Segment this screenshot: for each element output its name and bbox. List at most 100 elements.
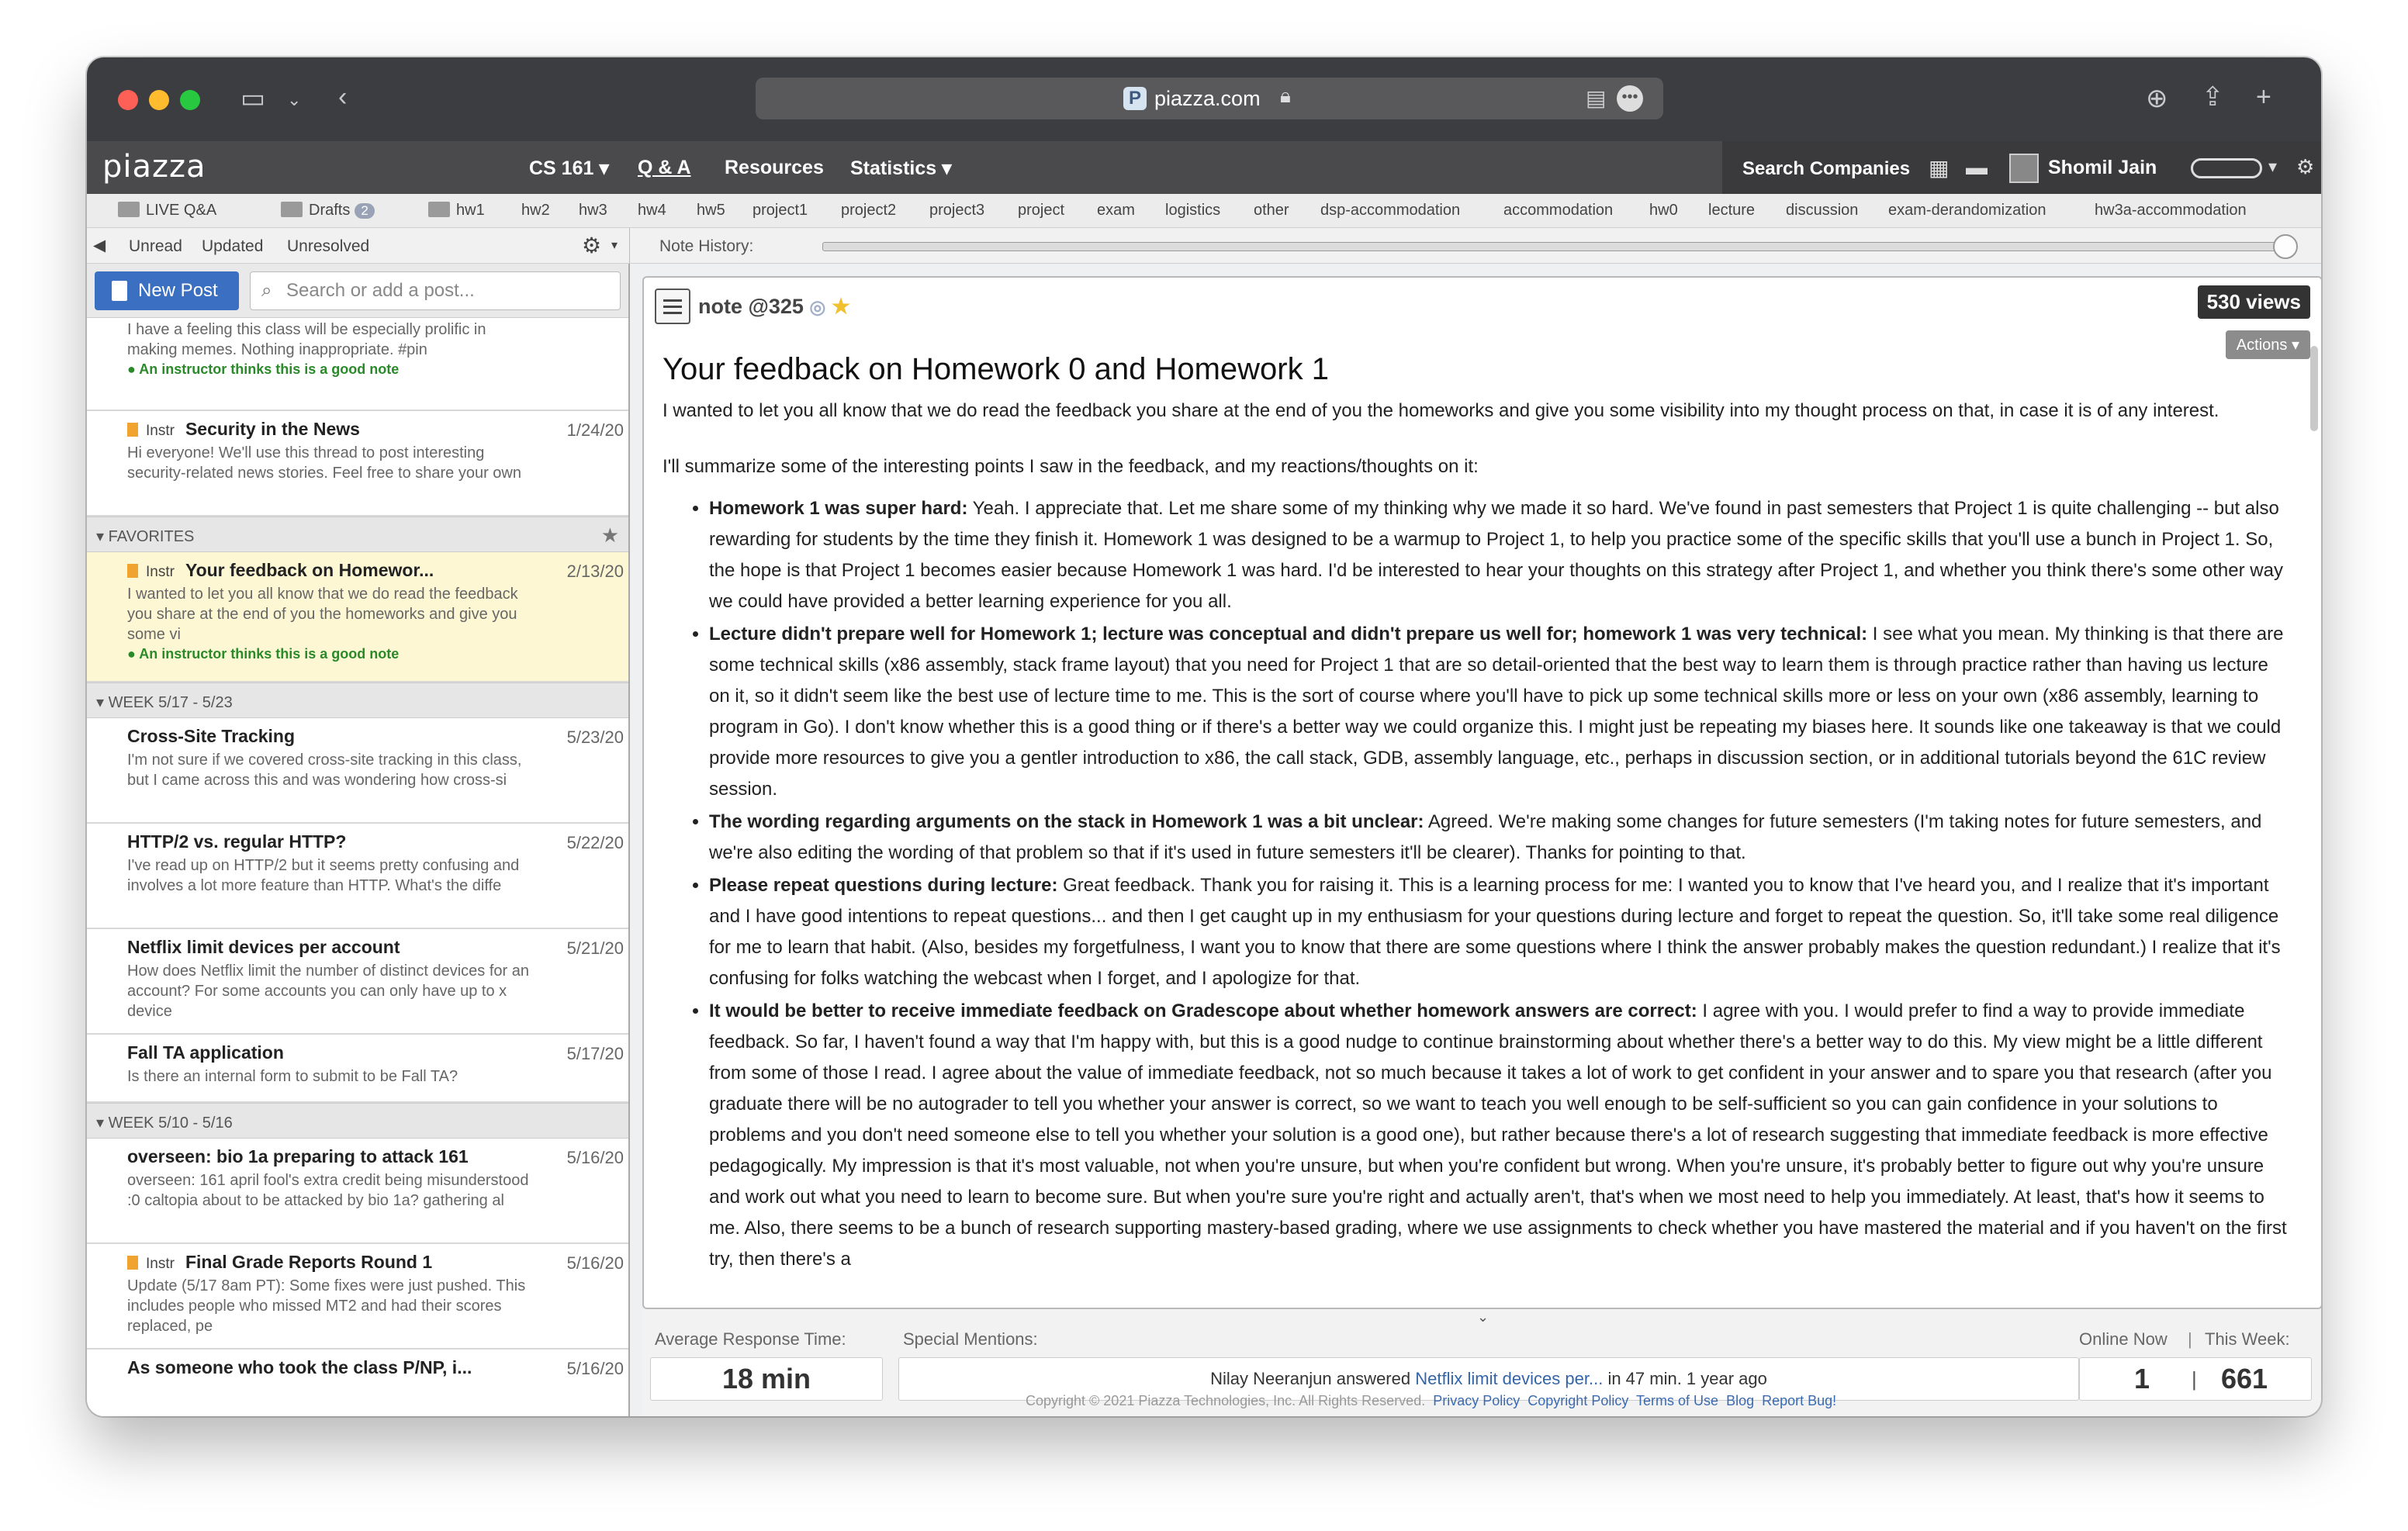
note-menu-icon[interactable] xyxy=(655,289,690,324)
note-history-label: Note History: xyxy=(659,237,754,255)
close-window-button[interactable] xyxy=(118,90,138,110)
post-date: 5/17/20 xyxy=(566,1044,624,1063)
filter-unresolved[interactable]: Unresolved xyxy=(287,237,369,256)
folder-live-qa[interactable]: LIVE Q&A xyxy=(118,202,216,219)
folder-drafts[interactable]: Drafts 2 xyxy=(281,202,375,219)
terms-link[interactable]: Terms of Use xyxy=(1636,1393,1718,1408)
new-tab-icon[interactable]: + xyxy=(2256,84,2271,110)
scrollbar[interactable] xyxy=(2310,346,2318,431)
filter-unread[interactable]: Unread xyxy=(129,237,182,256)
favorites-header[interactable]: ▾ FAVORITES ★ xyxy=(87,517,628,552)
privacy-policy-link[interactable]: Privacy Policy xyxy=(1433,1393,1520,1408)
folder-logistics[interactable]: logistics xyxy=(1165,202,1220,219)
folder-hw3a-accommodation[interactable]: hw3a-accommodation xyxy=(2095,202,2247,219)
mention-link[interactable]: Netflix limit devices per... xyxy=(1415,1369,1603,1388)
watch-icon[interactable]: ◎ xyxy=(809,297,825,318)
point-heading: Homework 1 was super hard: xyxy=(709,498,968,519)
gear-icon[interactable]: ⚙ xyxy=(2296,155,2314,179)
folder-dsp-accommodation[interactable]: dsp-accommodation xyxy=(1320,202,1460,219)
history-slider-thumb[interactable] xyxy=(2273,234,2298,259)
folder-discussion[interactable]: discussion xyxy=(1786,202,1858,219)
folder-hw2[interactable]: hw2 xyxy=(521,202,550,219)
collapse-sidebar-icon[interactable]: ◀ xyxy=(93,236,106,255)
list-item[interactable]: overseen: bio 1a preparing to attack 161… xyxy=(87,1139,628,1244)
tab-resources[interactable]: Resources xyxy=(725,157,824,179)
week-header[interactable]: ▾ WEEK 5/10 - 5/16 xyxy=(87,1103,628,1139)
blog-link[interactable]: Blog xyxy=(1726,1393,1754,1408)
drafts-count-badge: 2 xyxy=(355,203,375,219)
folder-label: LIVE Q&A xyxy=(146,202,217,219)
sidebar-toggle-icon[interactable]: ▭ xyxy=(240,85,265,112)
chevron-down-icon[interactable]: ▾ xyxy=(611,237,618,253)
this-week-label: This Week: xyxy=(2205,1329,2290,1349)
address-bar[interactable]: P piazza.com 🔒︎ ▤ ••• xyxy=(756,78,1663,119)
list-item[interactable]: Instr Security in the News 1/24/20 Hi eve… xyxy=(87,411,628,517)
avatar[interactable] xyxy=(2009,154,2039,183)
folder-other[interactable]: other xyxy=(1254,202,1289,219)
zoom-window-button[interactable] xyxy=(180,90,200,110)
section-label: FAVORITES xyxy=(108,528,195,545)
folder-lecture[interactable]: lecture xyxy=(1708,202,1755,219)
actions-dropdown[interactable]: Actions ▾ xyxy=(2225,330,2310,359)
new-post-button[interactable]: New Post xyxy=(95,271,239,310)
search-input[interactable]: ⌕ Search or add a post... xyxy=(250,271,621,310)
list-item[interactable]: Cross-Site Tracking 5/23/20 I'm not sure… xyxy=(87,718,628,824)
folder-hw0[interactable]: hw0 xyxy=(1649,202,1678,219)
gear-icon[interactable]: ⚙ xyxy=(582,233,601,258)
chevron-down-icon[interactable]: ⌄ xyxy=(1477,1309,1489,1325)
folder-hw3[interactable]: hw3 xyxy=(579,202,607,219)
folder-hw1[interactable]: hw1 xyxy=(428,202,485,219)
post-snippet: I wanted to let you all know that we do … xyxy=(127,586,518,643)
chevron-down-icon[interactable]: ▾ xyxy=(2268,157,2277,177)
history-slider-track[interactable] xyxy=(822,242,2293,251)
filter-updated[interactable]: Updated xyxy=(202,237,263,256)
tab-qa[interactable]: Q & A xyxy=(638,157,691,179)
search-companies-link[interactable]: Search Companies xyxy=(1742,158,1910,180)
folder-icon xyxy=(118,202,140,217)
list-item[interactable]: Instr Final Grade Reports Round 1 5/16/20… xyxy=(87,1244,628,1350)
list-item[interactable]: I have a feeling this class will be espe… xyxy=(87,318,628,411)
course-dropdown[interactable]: CS 161 ▾ xyxy=(529,157,609,180)
avg-response-label: Average Response Time: xyxy=(655,1329,846,1349)
minimize-window-button[interactable] xyxy=(149,90,169,110)
list-item[interactable]: HTTP/2 vs. regular HTTP? 5/22/20 I've re… xyxy=(87,824,628,929)
divider: | xyxy=(2188,1329,2192,1349)
folder-project2[interactable]: project2 xyxy=(841,202,896,219)
list-item[interactable]: Netflix limit devices per account 5/21/2… xyxy=(87,929,628,1035)
report-bug-link[interactable]: Report Bug! xyxy=(1762,1393,1836,1408)
folder-exam-derandomization[interactable]: exam-derandomization xyxy=(1888,202,2046,219)
back-icon[interactable]: ‹ xyxy=(338,84,347,110)
share-icon[interactable]: ⇪ xyxy=(2202,84,2224,110)
user-name[interactable]: Shomil Jain xyxy=(2048,157,2157,179)
folder-project3[interactable]: project3 xyxy=(929,202,984,219)
note-history-bar: Note History: xyxy=(630,228,2321,264)
list-item[interactable]: Fall TA application 5/17/20 Is there an … xyxy=(87,1035,628,1103)
section-label: WEEK 5/17 - 5/23 xyxy=(108,694,233,711)
copyright-policy-link[interactable]: Copyright Policy xyxy=(1527,1393,1628,1408)
piazza-navbar: piazza CS 161 ▾ Q & A Resources Statisti… xyxy=(87,141,2321,194)
list-item[interactable]: Instr Your feedback on Homewor... 2/13/20… xyxy=(87,552,628,683)
tab-statistics[interactable]: Statistics ▾ xyxy=(850,157,952,180)
folder-project1[interactable]: project1 xyxy=(752,202,808,219)
piazza-logo[interactable]: piazza xyxy=(102,149,206,185)
folder-accommodation[interactable]: accommodation xyxy=(1503,202,1613,219)
download-icon[interactable]: ⊕ xyxy=(2146,85,2168,112)
lock-icon: 🔒︎ xyxy=(1280,84,1291,107)
address-host: piazza.com xyxy=(1154,87,1261,110)
list-item[interactable]: As someone who took the class P/NP, i...… xyxy=(87,1350,628,1416)
calendar-icon[interactable]: ▦ xyxy=(1929,155,1949,181)
folder-hw5[interactable]: hw5 xyxy=(697,202,725,219)
nav-right-panel: Search Companies ▦ ▬ Shomil Jain ▾ ⚙ xyxy=(1722,141,2321,194)
post-title: Fall TA application xyxy=(127,1042,284,1063)
chat-icon[interactable]: ▬ xyxy=(1966,155,1988,180)
star-icon[interactable]: ★ xyxy=(832,295,850,318)
folder-hw4[interactable]: hw4 xyxy=(638,202,666,219)
more-icon[interactable]: ••• xyxy=(1617,85,1643,112)
week-header[interactable]: ▾ WEEK 5/17 - 5/23 xyxy=(87,683,628,718)
status-toggle[interactable] xyxy=(2191,158,2262,178)
reader-icon[interactable]: ▤ xyxy=(1586,85,1606,111)
chevron-down-icon[interactable]: ⌄ xyxy=(287,87,301,113)
folder-exam[interactable]: exam xyxy=(1097,202,1135,219)
post-snippet: Is there an internal form to submit to b… xyxy=(127,1068,458,1085)
folder-project[interactable]: project xyxy=(1018,202,1064,219)
